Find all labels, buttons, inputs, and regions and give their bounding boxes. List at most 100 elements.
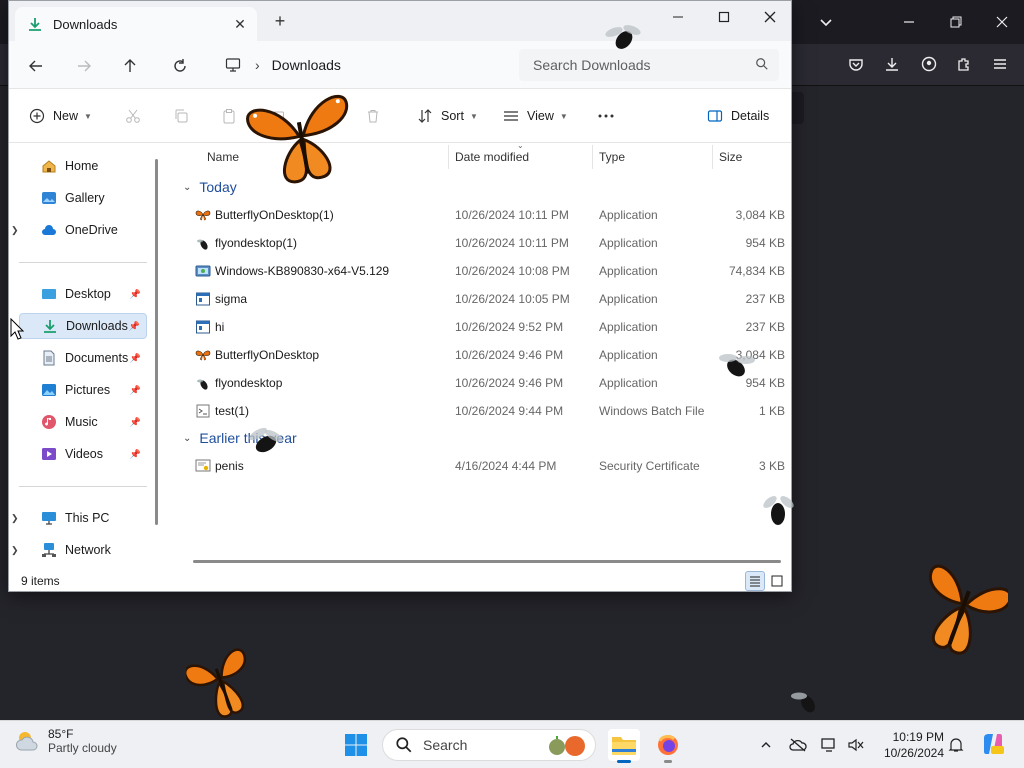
- certificate-icon: [195, 459, 211, 472]
- chevron-right-icon[interactable]: ❯: [11, 225, 19, 236]
- copy-button[interactable]: [173, 103, 189, 129]
- running-app-indicator: [664, 760, 672, 763]
- breadcrumb-downloads[interactable]: Downloads: [272, 57, 341, 73]
- browser-minimize-icon[interactable]: [897, 10, 921, 34]
- forward-button[interactable]: [71, 53, 97, 79]
- downloads-icon[interactable]: [880, 52, 904, 76]
- browser-close-icon[interactable]: [990, 10, 1014, 34]
- file-row[interactable]: ButterflyOnDesktop 10/26/2024 9:46 PM Ap…: [173, 341, 791, 369]
- sidebar-item-network[interactable]: ❯ Network: [11, 537, 147, 563]
- show-hidden-icons-button[interactable]: [756, 735, 776, 755]
- chevron-right-icon[interactable]: ❯: [11, 513, 19, 524]
- file-row[interactable]: sigma 10/26/2024 10:05 PM Application 23…: [173, 285, 791, 313]
- column-header-date[interactable]: Date modified: [455, 150, 529, 164]
- extensions-icon[interactable]: [952, 52, 976, 76]
- documents-icon: [41, 350, 57, 366]
- file-row[interactable]: hi 10/26/2024 9:52 PM Application 237 KB: [173, 313, 791, 341]
- sidebar-scrollbar[interactable]: [155, 159, 158, 525]
- account-icon[interactable]: [917, 52, 941, 76]
- new-tab-button[interactable]: +: [271, 12, 289, 31]
- column-divider[interactable]: [592, 145, 593, 169]
- file-name: test(1): [215, 404, 250, 418]
- firefox-icon: [658, 735, 678, 755]
- videos-icon: [41, 446, 57, 462]
- column-divider[interactable]: [448, 145, 449, 169]
- volume-tray-button[interactable]: [846, 735, 866, 755]
- sidebar-item-downloads[interactable]: Downloads 📌: [19, 313, 147, 339]
- close-tab-icon[interactable]: ✕: [231, 15, 249, 33]
- close-window-button[interactable]: [747, 5, 791, 29]
- pin-icon[interactable]: 📌: [130, 449, 141, 460]
- file-row[interactable]: ButterflyOnDesktop(1) 10/26/2024 10:11 P…: [173, 201, 791, 229]
- tiles-view-button[interactable]: [767, 571, 787, 591]
- network-tray-button[interactable]: [820, 735, 840, 755]
- pin-icon[interactable]: 📌: [130, 417, 141, 428]
- sidebar-item-documents[interactable]: Documents 📌: [19, 345, 147, 371]
- file-size: 237 KB: [745, 292, 785, 306]
- firefox-taskbar-button[interactable]: [652, 729, 684, 763]
- file-explorer-taskbar-button[interactable]: [608, 729, 640, 763]
- copilot-button[interactable]: [980, 731, 1006, 757]
- chevron-right-icon[interactable]: ❯: [11, 545, 19, 556]
- file-row[interactable]: test(1) 10/26/2024 9:44 PM Windows Batch…: [173, 397, 791, 425]
- paste-button[interactable]: [221, 103, 237, 129]
- minimize-button[interactable]: [655, 5, 701, 29]
- back-button[interactable]: [23, 53, 49, 79]
- sidebar-item-gallery[interactable]: Gallery: [19, 185, 147, 211]
- details-pane-button[interactable]: Details: [707, 103, 769, 129]
- refresh-button[interactable]: [167, 53, 193, 79]
- file-row[interactable]: Windows-KB890830-x64-V5.129 10/26/2024 1…: [173, 257, 791, 285]
- file-row[interactable]: flyondesktop(1) 10/26/2024 10:11 PM Appl…: [173, 229, 791, 257]
- system-clock[interactable]: 10:19 PM 10/26/2024: [872, 729, 944, 761]
- browser-restore-icon[interactable]: [944, 10, 968, 34]
- sidebar-item-label: Downloads: [66, 319, 128, 333]
- pin-icon[interactable]: 📌: [130, 289, 141, 300]
- view-button[interactable]: View ▼: [503, 103, 568, 129]
- tab-downloads[interactable]: Downloads ✕: [15, 7, 257, 41]
- pin-icon[interactable]: 📌: [130, 385, 141, 396]
- horizontal-scrollbar[interactable]: [193, 560, 781, 563]
- list-all-tabs-icon[interactable]: [814, 10, 838, 34]
- close-icon: [764, 11, 776, 23]
- cloud-offline-tray-button[interactable]: [788, 735, 808, 755]
- up-button[interactable]: [117, 53, 143, 79]
- butterfly-icon: [928, 564, 1008, 655]
- sidebar-item-home[interactable]: Home: [19, 153, 147, 179]
- sidebar-item-videos[interactable]: Videos 📌: [19, 441, 147, 467]
- sidebar-item-desktop[interactable]: Desktop 📌: [19, 281, 147, 307]
- address-bar[interactable]: › Downloads: [213, 49, 511, 81]
- group-header-today[interactable]: ⌄ Today: [183, 179, 237, 195]
- file-row[interactable]: flyondesktop 10/26/2024 9:46 PM Applicat…: [173, 369, 791, 397]
- column-header-name[interactable]: Name: [207, 150, 239, 164]
- sidebar-item-onedrive[interactable]: ❯ OneDrive: [11, 217, 147, 243]
- new-label: New: [53, 109, 79, 123]
- taskbar-search-box[interactable]: Search: [382, 729, 596, 761]
- sidebar-item-this-pc[interactable]: ❯ This PC: [11, 505, 147, 531]
- hamburger-menu-icon[interactable]: [988, 52, 1012, 76]
- pocket-icon[interactable]: [844, 52, 868, 76]
- minimize-icon: [673, 16, 683, 18]
- weather-widget[interactable]: 85°F Partly cloudy: [14, 727, 117, 755]
- delete-button[interactable]: [365, 103, 381, 129]
- sidebar-item-music[interactable]: Music 📌: [19, 409, 147, 435]
- maximize-button[interactable]: [701, 5, 747, 29]
- network-status-icon: [821, 738, 835, 752]
- details-view-button[interactable]: [745, 571, 765, 591]
- more-options-button[interactable]: [597, 103, 615, 129]
- cut-button[interactable]: [125, 103, 141, 129]
- notifications-button[interactable]: [946, 735, 966, 755]
- new-button[interactable]: New ▼: [29, 103, 92, 129]
- copilot-icon: [984, 734, 1004, 754]
- tab-title: Downloads: [53, 16, 118, 32]
- column-header-type[interactable]: Type: [599, 150, 625, 164]
- column-header-size[interactable]: Size: [719, 150, 742, 164]
- sort-button[interactable]: Sort ▼: [417, 103, 478, 129]
- fly-app-icon: [197, 379, 208, 390]
- start-button[interactable]: [340, 729, 372, 761]
- pin-icon[interactable]: 📌: [130, 353, 141, 364]
- column-divider[interactable]: [712, 145, 713, 169]
- home-icon: [41, 158, 57, 174]
- sidebar-item-pictures[interactable]: Pictures 📌: [19, 377, 147, 403]
- pin-icon[interactable]: 📌: [129, 321, 140, 332]
- search-input[interactable]: Search Downloads: [519, 49, 779, 81]
